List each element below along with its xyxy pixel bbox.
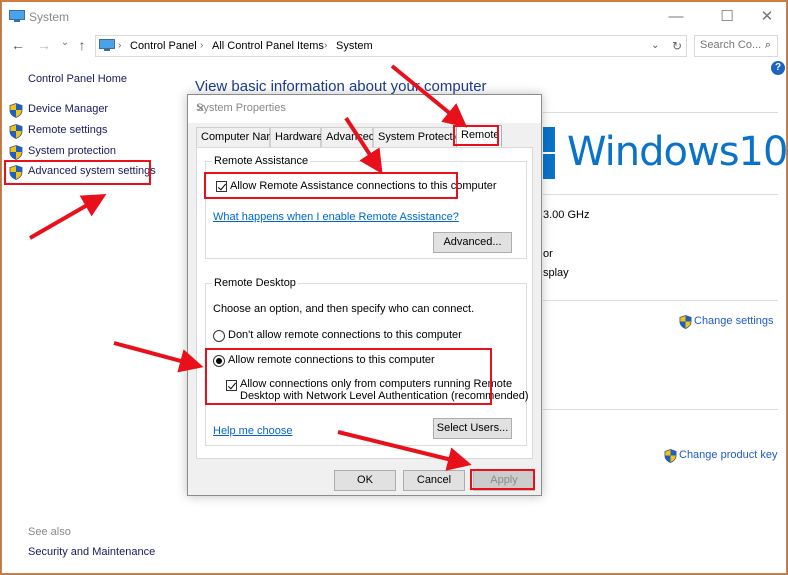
breadcrumb-system[interactable]: System <box>336 40 373 52</box>
search-icon[interactable]: ⌕ <box>765 39 771 52</box>
system-type-text: or <box>543 248 553 260</box>
minimize-button[interactable]: — <box>656 6 696 28</box>
computer-icon <box>99 39 115 51</box>
tab-advanced[interactable]: Advanced <box>321 127 375 147</box>
change-product-key-link[interactable]: Change product key <box>664 449 778 463</box>
windows-logo-icon <box>543 154 555 179</box>
deny-remote-radio[interactable] <box>213 330 225 342</box>
breadcrumb-separator: › <box>324 40 328 51</box>
remote-assistance-legend: Remote Assistance <box>212 155 311 167</box>
cancel-button[interactable]: Cancel <box>403 470 465 491</box>
divider <box>543 300 778 301</box>
highlight-allow-remote <box>205 348 492 405</box>
divider <box>543 194 778 195</box>
back-icon[interactable]: ← <box>10 37 26 53</box>
tab-hardware[interactable]: Hardware <box>270 127 323 147</box>
computer-icon <box>9 10 25 22</box>
remote-assistance-help-link[interactable]: What happens when I enable Remote Assist… <box>213 211 459 223</box>
see-also-label: See also <box>28 526 71 538</box>
search-input[interactable]: Search Co... ⌕ <box>694 35 778 57</box>
highlight-remote-tab <box>453 125 499 146</box>
deny-remote-label[interactable]: Don't allow remote connections to this c… <box>228 329 462 341</box>
dialog-title-bar: System Properties ✕ <box>188 95 541 123</box>
address-toolbar: ← → ⌄ ↑ › Control Panel › All Control Pa… <box>2 32 786 60</box>
breadcrumb-all-items[interactable]: All Control Panel Items <box>212 40 324 52</box>
windows-brand: Windows10 <box>567 129 788 175</box>
remote-desktop-instructions: Choose an option, and then specify who c… <box>213 303 475 315</box>
maximize-button[interactable]: ☐ <box>707 6 747 28</box>
highlight-apply-button <box>470 469 535 490</box>
dialog-close-icon[interactable]: ✕ <box>196 102 532 115</box>
uac-shield-icon <box>664 449 677 463</box>
refresh-icon[interactable]: ↻ <box>668 35 687 57</box>
highlight-allow-assistance <box>204 172 458 199</box>
uac-shield-icon <box>9 103 23 118</box>
uac-shield-icon <box>9 145 23 160</box>
sidebar-item-label: Remote settings <box>28 124 108 136</box>
tab-system-protection[interactable]: System Protection <box>373 127 467 147</box>
page-title: View basic information about your comput… <box>195 78 487 95</box>
remote-desktop-legend: Remote Desktop <box>212 277 298 289</box>
select-users-button[interactable]: Select Users... <box>433 418 512 439</box>
processor-speed-text: 3.00 GHz <box>543 209 590 221</box>
breadcrumb-separator: › <box>118 40 122 51</box>
title-bar: System — ☐ ✕ <box>2 2 786 32</box>
up-icon[interactable]: ↑ <box>74 37 90 53</box>
help-me-choose-link[interactable]: Help me choose <box>213 425 293 437</box>
system-properties-dialog: System Properties ✕ Computer Name Hardwa… <box>187 94 542 496</box>
address-input[interactable]: › Control Panel › All Control Panel Item… <box>95 35 687 57</box>
recent-locations-icon[interactable]: ⌄ <box>57 37 73 48</box>
change-settings-label: Change settings <box>694 315 774 327</box>
advanced-button[interactable]: Advanced... <box>433 232 512 253</box>
uac-shield-icon <box>679 315 692 329</box>
sidebar-item-label: Device Manager <box>28 103 109 115</box>
search-placeholder: Search Co... <box>700 39 762 51</box>
ok-button[interactable]: OK <box>334 470 396 491</box>
security-maintenance-link[interactable]: Security and Maintenance <box>28 546 155 558</box>
uac-shield-icon <box>9 124 23 139</box>
divider <box>543 112 778 113</box>
tab-computer-name[interactable]: Computer Name <box>196 127 282 147</box>
close-button[interactable]: ✕ <box>747 6 787 28</box>
pen-touch-text: splay <box>543 267 569 279</box>
change-settings-link[interactable]: Change settings <box>679 315 774 329</box>
highlight-advanced-settings <box>4 160 151 185</box>
help-icon[interactable]: ? <box>771 61 785 75</box>
divider <box>543 409 778 410</box>
address-dropdown-icon[interactable]: ⌄ <box>651 40 659 51</box>
windows-logo-icon <box>543 127 555 152</box>
window-title: System <box>29 10 70 24</box>
change-product-key-label: Change product key <box>679 449 778 461</box>
breadcrumb-control-panel[interactable]: Control Panel <box>130 40 197 52</box>
forward-icon[interactable]: → <box>36 37 52 53</box>
sidebar-home-link[interactable]: Control Panel Home <box>28 73 127 85</box>
sidebar-item-label: System protection <box>28 145 117 157</box>
breadcrumb-separator: › <box>200 40 204 51</box>
